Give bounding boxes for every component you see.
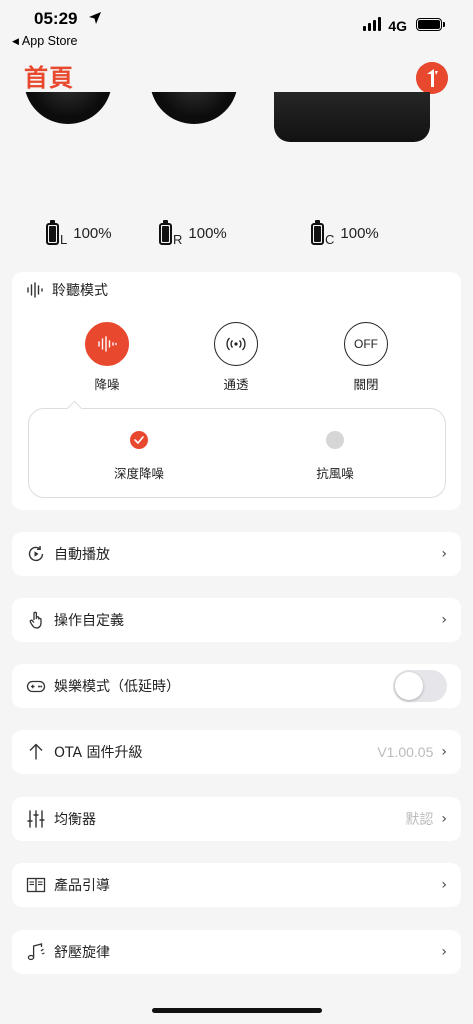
noise-cancel-icon (98, 336, 117, 352)
back-to-app-link[interactable]: ◀ App Store (12, 34, 78, 48)
page-title: 首頁 (24, 64, 74, 92)
mode-circle[interactable]: OFF (344, 322, 388, 366)
battery-right: R 100% (159, 219, 227, 247)
row-label: 自動播放 (54, 547, 110, 563)
charging-case-image (274, 92, 430, 142)
row-label: 娛樂模式（低延時） (54, 679, 180, 695)
option-deep-noise-cancel[interactable]: 深度降噪 (79, 431, 199, 482)
touch-gesture-icon (26, 610, 46, 630)
battery-side-label: C (325, 232, 335, 247)
left-earbud-image (24, 92, 112, 124)
listening-mode-header: 聆聽模式 (26, 280, 108, 300)
mode-transparency-button[interactable]: 通透 (196, 322, 276, 393)
row-label: 均衡器 (54, 812, 96, 828)
settings-row-relax-melody[interactable]: 舒壓旋律 › (12, 930, 461, 974)
option-anti-wind-noise[interactable]: 抗風噪 (275, 431, 395, 482)
battery-icon (311, 219, 324, 245)
row-label: 產品引導 (54, 878, 110, 894)
music-note-icon (26, 942, 46, 962)
sound-wave-icon (27, 282, 43, 298)
mode-off-button[interactable]: OFF 關閉 (326, 322, 406, 393)
battery-percent: 100% (188, 225, 227, 242)
mode-label: 降噪 (94, 377, 120, 392)
back-triangle-icon: ◀ (12, 35, 19, 46)
gamepad-icon (26, 676, 46, 696)
status-time: 05:29 (34, 9, 78, 28)
settings-row-custom-controls[interactable]: 操作自定義 › (12, 598, 461, 642)
chevron-right-icon: › (441, 546, 447, 562)
settings-row-equalizer[interactable]: 均衡器 默認 › (12, 797, 461, 841)
battery-percent: 100% (73, 225, 112, 242)
noise-cancel-options-panel: 深度降噪 抗風噪 (28, 408, 446, 498)
mode-label: 通透 (223, 377, 249, 392)
location-arrow-icon (89, 12, 101, 24)
firmware-version: V1.00.05 (377, 744, 434, 760)
settings-row-ota-upgrade[interactable]: OTA 固件升級 V1.00.05 › (12, 730, 461, 774)
battery-side-label: L (60, 232, 68, 247)
mode-label: 關閉 (353, 377, 379, 392)
brand-logo-icon[interactable] (416, 62, 448, 94)
battery-icon (416, 18, 445, 31)
selected-check-icon[interactable] (130, 431, 148, 449)
upgrade-arrow-icon (26, 742, 46, 762)
battery-case: C 100% (311, 219, 379, 247)
equalizer-preset: 默認 (405, 811, 434, 827)
equalizer-icon (26, 809, 46, 829)
chevron-right-icon: › (441, 612, 447, 628)
mode-noise-cancel-button[interactable]: 降噪 (67, 322, 147, 393)
option-label: 抗風噪 (316, 466, 354, 481)
unselected-radio-icon[interactable] (326, 431, 344, 449)
settings-row-autoplay[interactable]: 自動播放 › (12, 532, 461, 576)
battery-left: L 100% (46, 219, 112, 247)
battery-icon (159, 219, 172, 245)
header: 首頁 (0, 54, 473, 94)
home-indicator[interactable] (152, 1008, 322, 1013)
right-earbud-image (150, 92, 238, 124)
chevron-right-icon: › (441, 944, 447, 960)
autoplay-icon (26, 544, 46, 564)
entertainment-mode-toggle[interactable] (393, 670, 447, 702)
settings-row-product-guide[interactable]: 產品引導 › (12, 863, 461, 907)
row-label: 舒壓旋律 (54, 945, 110, 961)
settings-row-entertainment-mode: 娛樂模式（低延時） (12, 664, 461, 708)
guide-book-icon (26, 875, 46, 895)
battery-percent: 100% (340, 225, 379, 242)
mode-circle[interactable] (85, 322, 129, 366)
battery-levels: L 100% R 100% C 100% (0, 219, 473, 250)
network-type: 4G (388, 18, 407, 34)
battery-icon (46, 219, 59, 245)
option-label: 深度降噪 (113, 466, 164, 481)
listening-mode-title: 聆聽模式 (52, 283, 108, 299)
transparency-signal-icon (226, 337, 246, 351)
cellular-signal-icon (363, 17, 381, 31)
toggle-knob (395, 672, 423, 700)
row-label: 操作自定義 (54, 613, 124, 629)
battery-side-label: R (173, 232, 183, 247)
product-image (0, 92, 473, 202)
mode-circle[interactable] (214, 322, 258, 366)
chevron-right-icon: › (441, 744, 447, 760)
status-bar: 05:29 4G ◀ App Store (0, 0, 473, 48)
listening-mode-card: 聆聽模式 降噪 通透 OFF 關閉 深度降噪 抗風噪 (12, 272, 461, 510)
chevron-right-icon: › (441, 811, 447, 827)
back-app-label: App Store (21, 34, 78, 48)
chevron-right-icon: › (441, 877, 447, 893)
row-label: OTA 固件升級 (54, 745, 143, 761)
